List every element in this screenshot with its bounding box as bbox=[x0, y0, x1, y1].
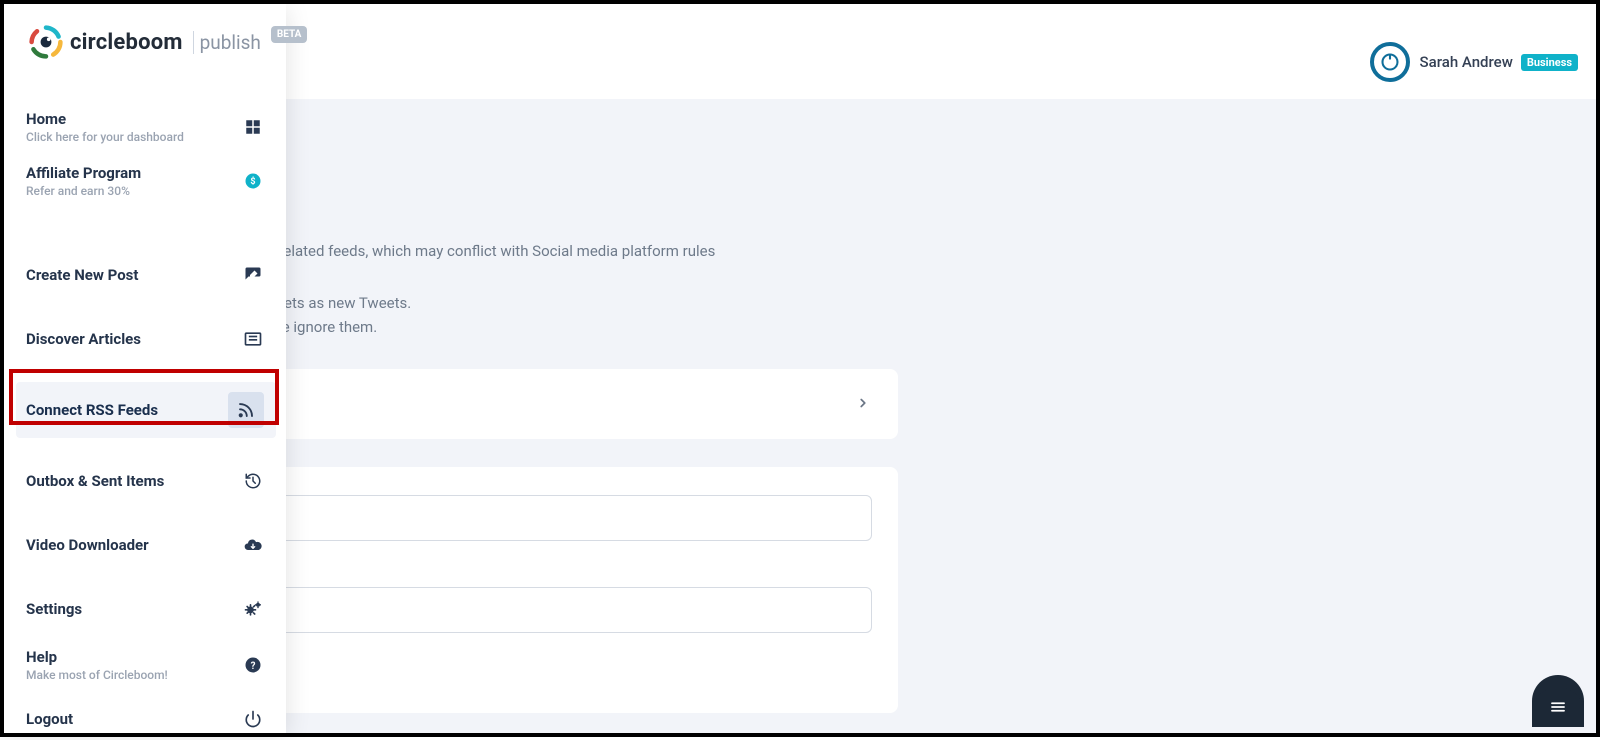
logo-mark-icon bbox=[28, 24, 64, 60]
sidebar: circleboom publish BETA Home Click here … bbox=[4, 4, 286, 733]
sidebar-item-outbox[interactable]: Outbox & Sent Items bbox=[16, 460, 276, 502]
sidebar-item-sub: Refer and earn 30% bbox=[26, 184, 141, 198]
sidebar-item-rss[interactable]: Connect RSS Feeds bbox=[16, 382, 276, 438]
compose-icon bbox=[242, 264, 264, 286]
sidebar-item-label: Settings bbox=[26, 600, 82, 618]
sidebar-item-label: Discover Articles bbox=[26, 330, 141, 348]
logo[interactable]: circleboom publish BETA bbox=[4, 18, 286, 60]
sidebar-item-label: Help bbox=[26, 648, 168, 666]
sidebar-item-sub: Click here for your dashboard bbox=[26, 130, 184, 144]
user-area[interactable]: Sarah Andrew Business bbox=[1370, 42, 1578, 82]
sidebar-item-video[interactable]: Video Downloader bbox=[16, 524, 276, 566]
history-icon bbox=[242, 470, 264, 492]
page-title: RSS Feed bbox=[68, 187, 1568, 225]
sidebar-item-logout[interactable]: Logout bbox=[16, 698, 276, 740]
fab-menu-button[interactable] bbox=[1532, 675, 1584, 727]
cloud-download-icon bbox=[242, 534, 264, 556]
sidebar-item-discover[interactable]: Discover Articles bbox=[16, 318, 276, 360]
grid-icon bbox=[242, 116, 264, 138]
chevron-right-icon bbox=[856, 395, 870, 414]
logo-product: publish bbox=[193, 31, 261, 54]
page-desc-line: om sending someone else's Tweets as new … bbox=[68, 291, 1568, 315]
gears-icon bbox=[242, 598, 264, 620]
breadcrumb: SS Feed bbox=[68, 129, 1568, 145]
page-desc-line: containing "Twitter user feed"; we ignor… bbox=[68, 315, 1568, 339]
sidebar-item-affiliate[interactable]: Affiliate Program Refer and earn 30% $ bbox=[16, 154, 276, 208]
dollar-badge-icon: $ bbox=[242, 170, 264, 192]
beta-badge: BETA bbox=[271, 26, 308, 43]
svg-text:?: ? bbox=[251, 661, 256, 672]
sidebar-item-help[interactable]: Help Make most of Circleboom! ? bbox=[16, 638, 276, 692]
plan-badge: Business bbox=[1521, 54, 1578, 71]
news-icon bbox=[242, 328, 264, 350]
rss-icon bbox=[235, 399, 257, 421]
user-name: Sarah Andrew bbox=[1420, 53, 1513, 71]
sidebar-item-label: Connect RSS Feeds bbox=[26, 401, 158, 419]
avatar bbox=[1370, 42, 1410, 82]
sidebar-item-home[interactable]: Home Click here for your dashboard bbox=[16, 100, 276, 154]
sidebar-nav: Home Click here for your dashboard Affil… bbox=[4, 100, 286, 740]
power-icon bbox=[242, 708, 264, 730]
page-desc-line: ling, adult content and services-related… bbox=[68, 239, 1568, 263]
logo-brand: circleboom bbox=[70, 30, 183, 55]
sidebar-item-settings[interactable]: Settings bbox=[16, 588, 276, 630]
question-icon: ? bbox=[242, 654, 264, 676]
svg-text:$: $ bbox=[250, 176, 255, 187]
sidebar-item-sub: Make most of Circleboom! bbox=[26, 668, 168, 682]
sidebar-item-label: Create New Post bbox=[26, 266, 138, 284]
sidebar-item-label: Outbox & Sent Items bbox=[26, 472, 164, 490]
sidebar-item-label: Home bbox=[26, 110, 184, 128]
sidebar-item-create-post[interactable]: Create New Post bbox=[16, 254, 276, 296]
sidebar-item-label: Video Downloader bbox=[26, 536, 149, 554]
sidebar-item-label: Affiliate Program bbox=[26, 164, 141, 182]
sidebar-item-label: Logout bbox=[26, 710, 73, 728]
